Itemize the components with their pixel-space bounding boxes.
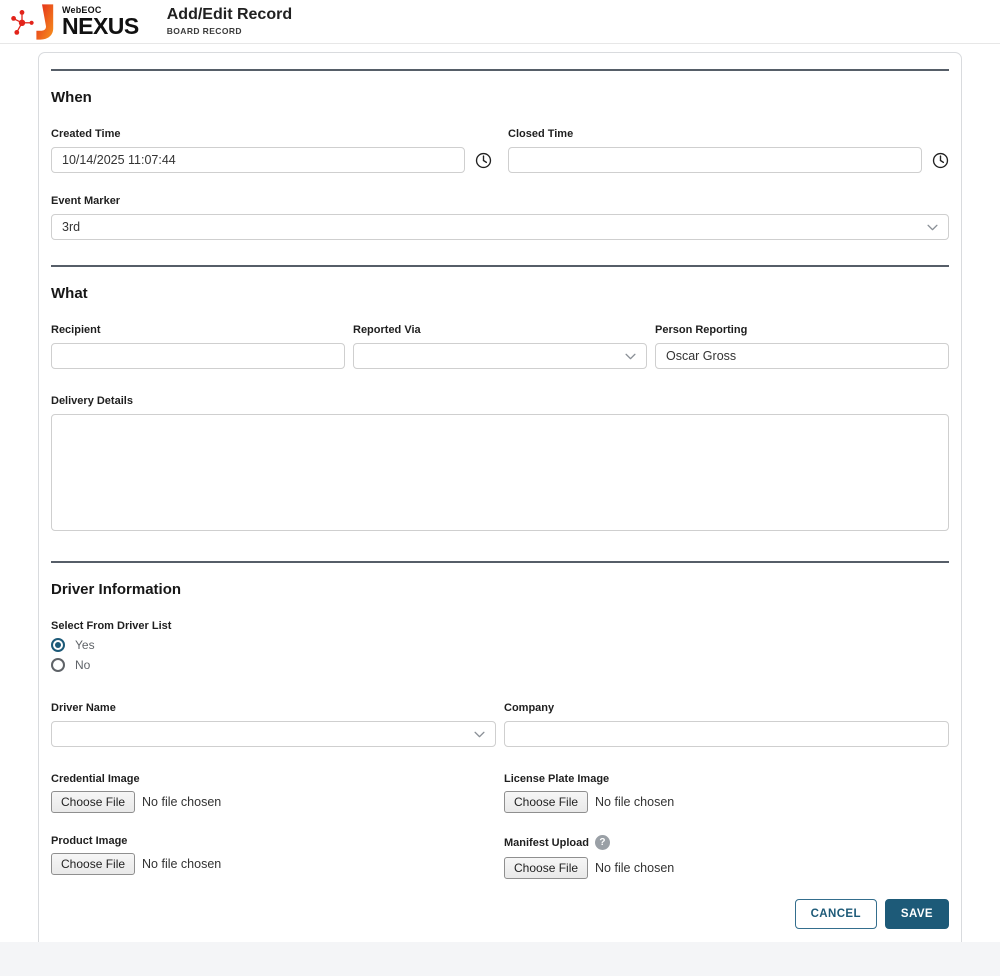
save-button[interactable]: SAVE	[885, 899, 949, 929]
person-reporting-input[interactable]	[655, 343, 949, 369]
webeoc-nexus-logo-icon	[10, 2, 58, 42]
manifest-upload-field-group: Manifest Upload ? Choose File No file ch…	[504, 835, 949, 879]
footer-strip	[0, 942, 1000, 976]
created-time-field-group: Created Time	[51, 128, 492, 173]
driver-name-select[interactable]	[51, 721, 496, 747]
delivery-details-field-group: Delivery Details	[51, 395, 949, 536]
manifest-upload-label: Manifest Upload	[504, 837, 589, 849]
page-title-block: Add/Edit Record BOARD RECORD	[167, 6, 292, 36]
reported-via-field-group: Reported Via	[353, 324, 647, 369]
app-header: WebEOC NEXUS Add/Edit Record BOARD RECOR…	[0, 0, 1000, 44]
chevron-down-icon	[625, 353, 636, 360]
page-title: Add/Edit Record	[167, 6, 292, 24]
company-label: Company	[504, 702, 949, 714]
event-marker-value: 3rd	[62, 220, 927, 234]
credential-image-choose-file-button[interactable]: Choose File	[51, 791, 135, 813]
event-marker-label: Event Marker	[51, 195, 949, 207]
closed-time-input[interactable]	[508, 147, 922, 173]
recipient-field-group: Recipient	[51, 324, 345, 369]
product-image-label: Product Image	[51, 835, 496, 847]
radio-no[interactable]	[51, 658, 65, 672]
section-divider-when	[51, 69, 949, 71]
event-marker-select[interactable]: 3rd	[51, 214, 949, 240]
form-actions: CANCEL SAVE	[51, 899, 949, 929]
license-plate-image-field-group: License Plate Image Choose File No file …	[504, 773, 949, 813]
section-heading-what: What	[51, 285, 949, 302]
closed-time-clock-icon[interactable]	[931, 151, 949, 169]
driver-name-label: Driver Name	[51, 702, 496, 714]
manifest-upload-file-status: No file chosen	[595, 861, 674, 875]
closed-time-field-group: Closed Time	[508, 128, 949, 173]
select-from-driver-list-label: Select From Driver List	[51, 620, 949, 632]
product-image-choose-file-button[interactable]: Choose File	[51, 853, 135, 875]
page-subtitle: BOARD RECORD	[167, 27, 292, 37]
brand-text: WebEOC NEXUS	[62, 6, 139, 38]
license-plate-image-label: License Plate Image	[504, 773, 949, 785]
manifest-upload-choose-file-button[interactable]: Choose File	[504, 857, 588, 879]
company-field-group: Company	[504, 702, 949, 747]
reported-via-label: Reported Via	[353, 324, 647, 336]
created-time-label: Created Time	[51, 128, 492, 140]
reported-via-select[interactable]	[353, 343, 647, 369]
license-plate-image-file-status: No file chosen	[595, 795, 674, 809]
cancel-button[interactable]: CANCEL	[795, 899, 877, 929]
brand-nexus: NEXUS	[62, 15, 139, 38]
section-divider-what	[51, 265, 949, 267]
chevron-down-icon	[474, 731, 485, 738]
product-image-file-status: No file chosen	[142, 857, 221, 871]
driver-name-field-group: Driver Name	[51, 702, 496, 747]
recipient-input[interactable]	[51, 343, 345, 369]
company-input[interactable]	[504, 721, 949, 747]
credential-image-file-status: No file chosen	[142, 795, 221, 809]
person-reporting-label: Person Reporting	[655, 324, 949, 336]
radio-no-label: No	[75, 658, 90, 672]
product-image-field-group: Product Image Choose File No file chosen	[51, 835, 496, 879]
created-time-clock-icon[interactable]	[474, 151, 492, 169]
driver-list-radio-yes-row[interactable]: Yes	[51, 638, 949, 652]
section-divider-driver	[51, 561, 949, 563]
record-form-card: When Created Time Closed Time Event Mark…	[38, 52, 962, 950]
radio-yes[interactable]	[51, 638, 65, 652]
chevron-down-icon	[927, 224, 938, 231]
created-time-input[interactable]	[51, 147, 465, 173]
select-from-driver-list-group: Select From Driver List Yes No	[51, 620, 949, 672]
credential-image-label: Credential Image	[51, 773, 496, 785]
recipient-label: Recipient	[51, 324, 345, 336]
radio-yes-label: Yes	[75, 638, 95, 652]
license-plate-image-choose-file-button[interactable]: Choose File	[504, 791, 588, 813]
delivery-details-label: Delivery Details	[51, 395, 949, 407]
delivery-details-textarea[interactable]	[51, 414, 949, 531]
closed-time-label: Closed Time	[508, 128, 949, 140]
help-icon[interactable]: ?	[595, 835, 610, 850]
credential-image-field-group: Credential Image Choose File No file cho…	[51, 773, 496, 813]
section-heading-when: When	[51, 89, 949, 106]
person-reporting-field-group: Person Reporting	[655, 324, 949, 369]
event-marker-field-group: Event Marker 3rd	[51, 195, 949, 240]
section-heading-driver-information: Driver Information	[51, 581, 949, 598]
driver-list-radio-no-row[interactable]: No	[51, 658, 949, 672]
